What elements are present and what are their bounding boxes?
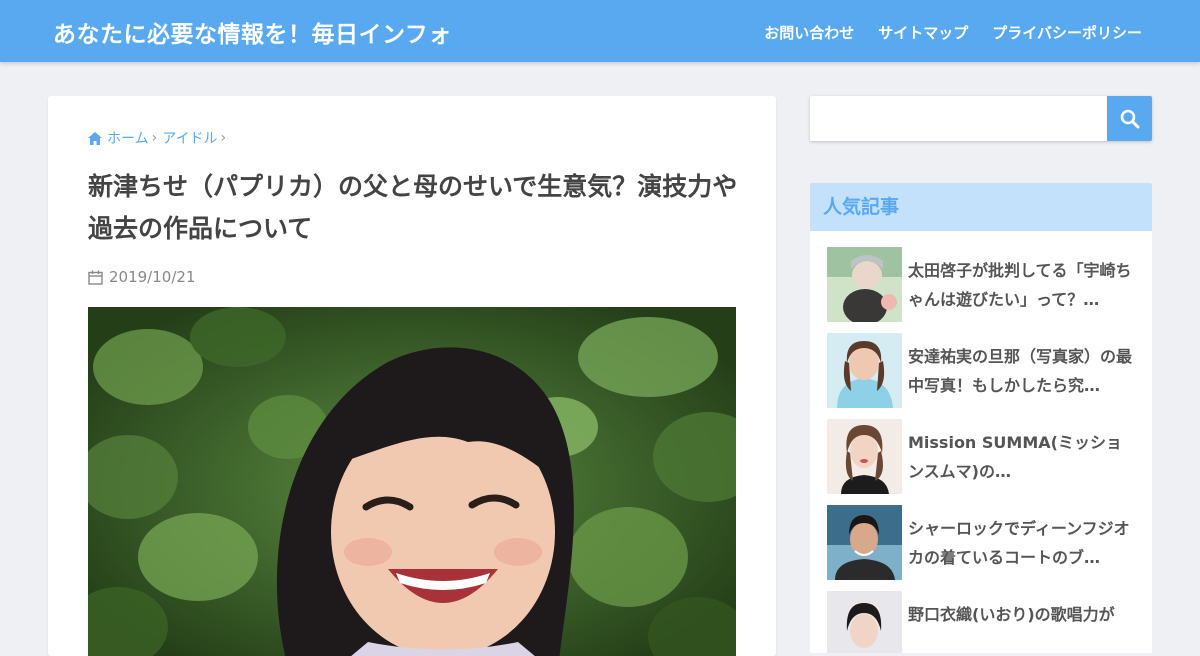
calendar-icon: [88, 270, 103, 285]
popular-item[interactable]: 太田啓子が批判してる「宇崎ちゃんは遊びたい」って？…: [827, 247, 1137, 322]
post-date-text: 2019/10/21: [109, 268, 196, 286]
breadcrumb: ホーム › アイドル ›: [88, 128, 231, 148]
search-icon: [1120, 109, 1139, 128]
widget-title: 人気記事: [810, 183, 1152, 231]
popular-item[interactable]: Mission SUMMA(ミッションスムマ)の…: [827, 419, 1137, 494]
article-card: ホーム › アイドル › 新津ちせ（パプリカ）の父と母のせいで生意気？演技力や過…: [48, 96, 776, 656]
popular-item-title: 安達祐実の旦那（写真家）の最中写真！もしかしたら究…: [908, 347, 1133, 395]
popular-item-title: シャーロックでディーンフジオカの着ているコートのブ…: [908, 519, 1130, 567]
popular-item[interactable]: 野口衣織(いおり)の歌唱力が: [827, 591, 1137, 653]
popular-item-thumbnail: [827, 419, 902, 494]
popular-item[interactable]: 安達祐実の旦那（写真家）の最中写真！もしかしたら究…: [827, 333, 1137, 408]
popular-item-title: Mission SUMMA(ミッションスムマ)の…: [908, 433, 1122, 481]
post-date: 2019/10/21: [88, 268, 195, 286]
search-input[interactable]: [810, 96, 1105, 141]
site-header: あなたに必要な情報を！毎日インフォ お問い合わせ サイトマップ プライバシーポリ…: [0, 0, 1200, 62]
chevron-right-icon: ›: [220, 130, 227, 146]
popular-item-title: 太田啓子が批判してる「宇崎ちゃんは遊びたい」って？…: [908, 261, 1132, 309]
nav-item-contact[interactable]: お問い合わせ: [764, 22, 854, 43]
chevron-right-icon: ›: [151, 130, 158, 146]
header-nav: お問い合わせ サイトマップ プライバシーポリシー: [764, 22, 1142, 43]
popular-item-thumbnail: [827, 247, 902, 322]
popular-articles-widget: 人気記事 太田啓子が批判してる「宇崎ちゃんは遊びたい」って？… 安達祐実の旦那（…: [810, 183, 1152, 653]
nav-item-sitemap[interactable]: サイトマップ: [878, 22, 968, 43]
popular-item-title: 野口衣織(いおり)の歌唱力が: [908, 605, 1115, 624]
popular-item-thumbnail: [827, 505, 902, 580]
article-title: 新津ちせ（パプリカ）の父と母のせいで生意気？演技力や過去の作品について: [88, 172, 738, 243]
site-title[interactable]: あなたに必要な情報を！毎日インフォ: [53, 15, 452, 49]
featured-image: [88, 307, 736, 656]
home-icon: [88, 131, 102, 145]
search-button[interactable]: [1107, 96, 1152, 141]
breadcrumb-category[interactable]: アイドル: [162, 128, 217, 148]
popular-item-thumbnail: [827, 591, 902, 653]
breadcrumb-home[interactable]: ホーム: [107, 128, 149, 148]
popular-item-thumbnail: [827, 333, 902, 408]
sidebar-search: [810, 96, 1152, 141]
popular-item[interactable]: シャーロックでディーンフジオカの着ているコートのブ…: [827, 505, 1137, 580]
nav-item-privacy[interactable]: プライバシーポリシー: [992, 22, 1142, 43]
